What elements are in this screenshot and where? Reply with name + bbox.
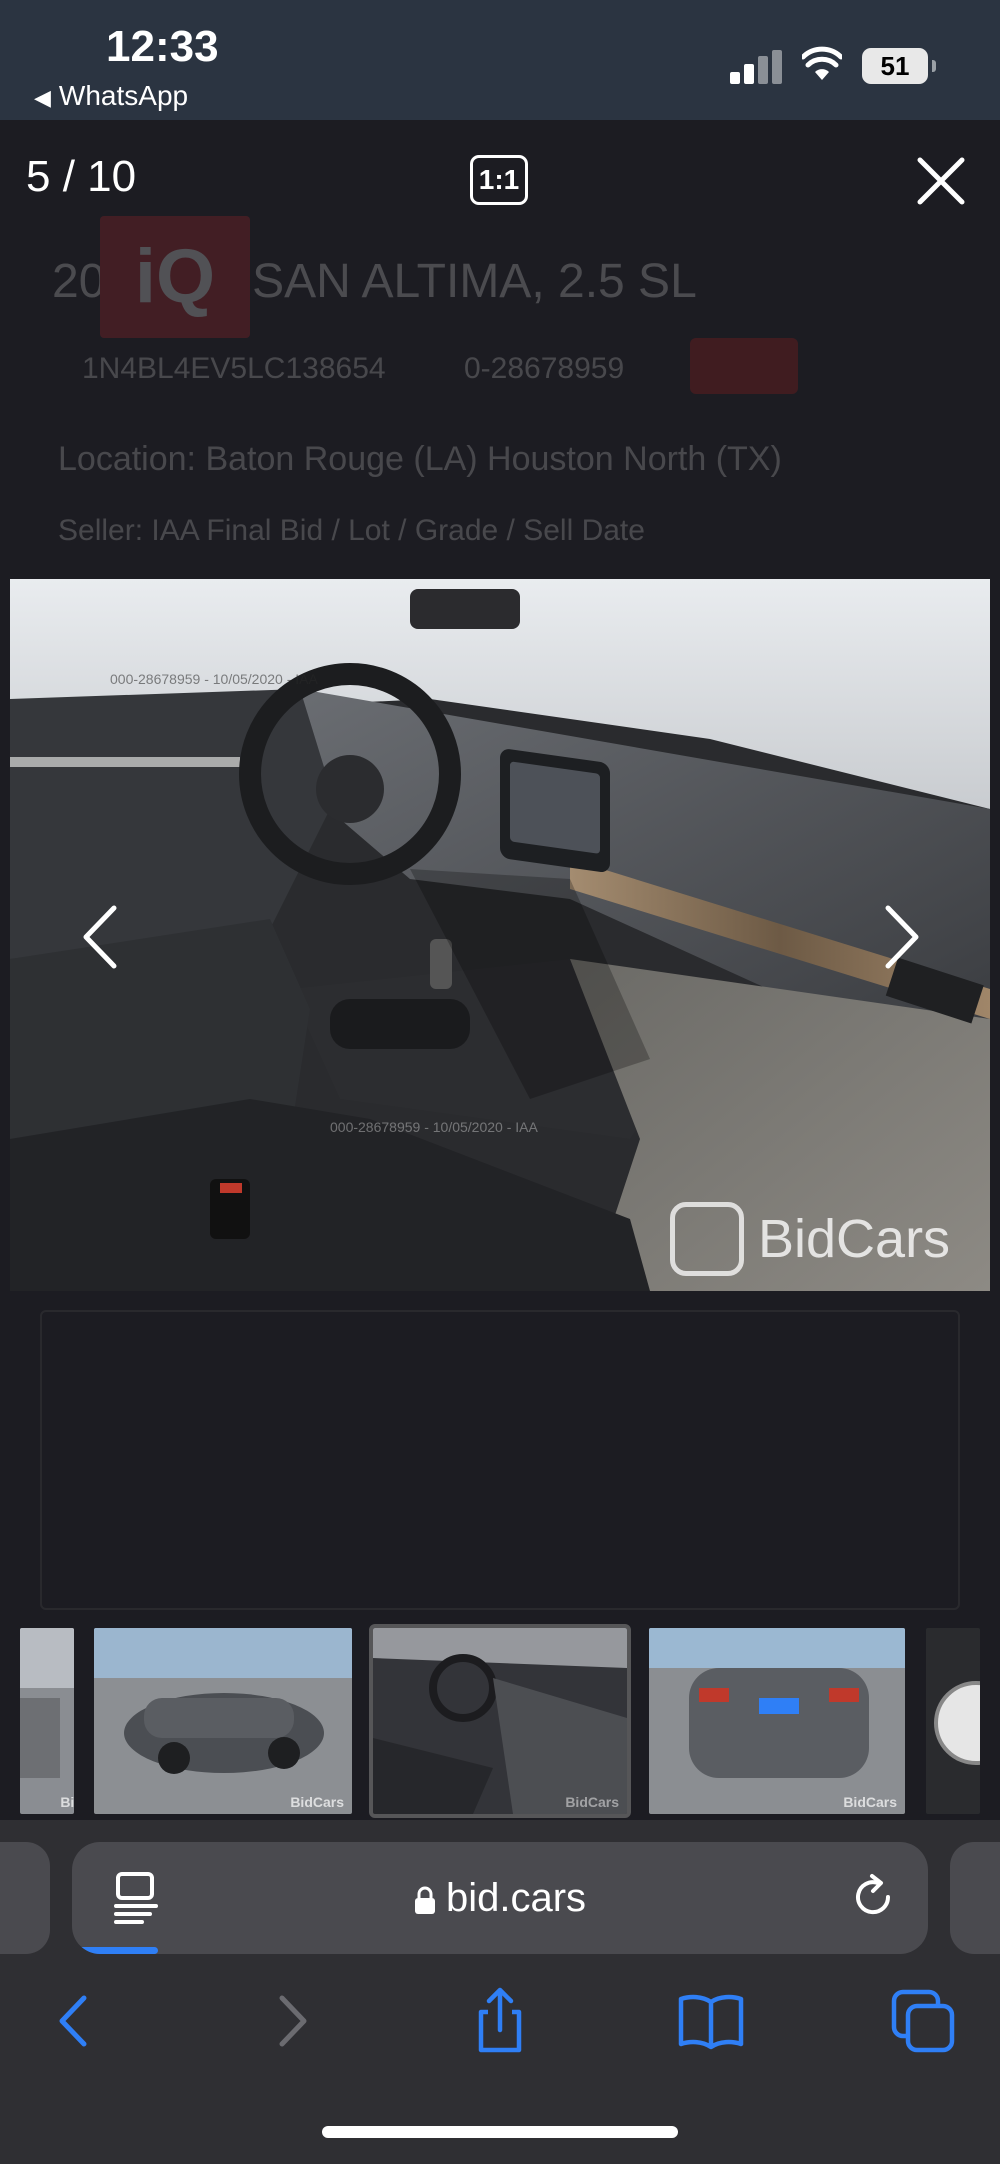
thumbnail-watermark: BidCars <box>565 1794 619 1810</box>
bidcars-watermark: BidCars <box>670 1199 950 1279</box>
url-display[interactable]: bid.cars <box>72 1876 928 1921</box>
sale-info-text: Seller: IAA Final Bid / Lot / Grade / Se… <box>58 514 645 547</box>
bidcars-watermark-text: BidCars <box>758 1209 951 1269</box>
thumbnail-5[interactable]: BidCars <box>94 1628 352 1814</box>
reload-icon[interactable] <box>848 1872 898 1922</box>
thumbnail-watermark: BidCars <box>290 1794 344 1810</box>
thumbnail-6-current[interactable]: BidCars <box>369 1624 631 1818</box>
thumbnail-7[interactable]: BidCars <box>649 1628 905 1814</box>
main-photo[interactable]: 000-28678959 - 10/05/2020 - IAA 000-2867… <box>10 579 990 1291</box>
share-icon[interactable] <box>465 1986 535 2056</box>
thumbnail-4[interactable]: BidCars <box>20 1628 74 1814</box>
location-text: Location: Baton Rouge (LA) Houston North… <box>58 440 782 478</box>
cellular-signal-icon <box>730 50 782 84</box>
page-load-progress <box>72 1947 158 1954</box>
forward-icon[interactable] <box>256 1986 326 2056</box>
previous-tab-peek[interactable] <box>0 1842 50 1954</box>
vin-number: 1N4BL4EV5LC138654 <box>82 352 386 385</box>
chevron-left-icon[interactable] <box>74 900 130 974</box>
thumbnail-8[interactable] <box>926 1628 980 1814</box>
battery-indicator: 51 <box>862 48 936 84</box>
thumbnail-watermark: BidCars <box>60 1794 74 1810</box>
wifi-icon <box>802 46 842 80</box>
status-badge <box>690 338 798 394</box>
content-card <box>40 1310 960 1610</box>
next-tab-peek[interactable] <box>950 1842 1000 1954</box>
close-icon[interactable] <box>912 152 970 210</box>
lot-number: 0-28678959 <box>464 352 625 385</box>
tabs-icon[interactable] <box>888 1986 958 2056</box>
clock: 12:33 <box>106 22 219 71</box>
photo-watermark-top: 000-28678959 - 10/05/2020 - IAA <box>110 671 318 687</box>
thumbnail-watermark: BidCars <box>843 1794 897 1810</box>
site-logo: iQ <box>100 216 250 338</box>
bidcars-logo-icon <box>670 1202 744 1276</box>
image-counter: 5 / 10 <box>26 152 137 201</box>
back-triangle-icon: ◀ <box>34 85 51 110</box>
bookmarks-icon[interactable] <box>676 1986 746 2056</box>
status-bar: 12:33 ◀ WhatsApp 51 <box>0 0 1000 120</box>
chevron-right-icon[interactable] <box>872 900 928 974</box>
zoom-ratio-button[interactable]: 1:1 <box>470 155 528 205</box>
address-bar[interactable]: bid.cars <box>72 1842 928 1954</box>
back-to-app-link[interactable]: ◀ WhatsApp <box>34 80 188 112</box>
url-text: bid.cars <box>445 1876 587 1920</box>
back-icon[interactable] <box>40 1986 110 2056</box>
home-indicator[interactable] <box>322 2126 678 2138</box>
photo-watermark-bottom: 000-28678959 - 10/05/2020 - IAA <box>330 1119 538 1135</box>
back-app-label: WhatsApp <box>58 80 189 111</box>
lock-icon <box>414 1886 435 1915</box>
